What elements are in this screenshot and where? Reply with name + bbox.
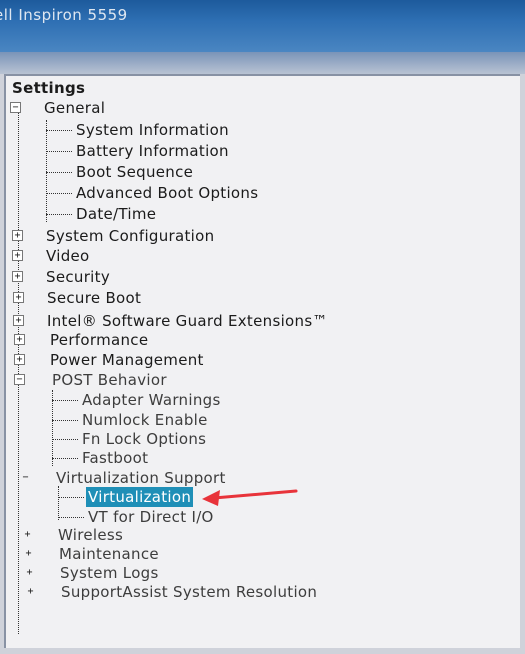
expand-icon[interactable]: + <box>12 250 23 261</box>
expand-icon[interactable]: + <box>14 354 25 365</box>
tree-leaf-label[interactable]: Adapter Warnings <box>82 390 221 410</box>
red-arrow-annotation-icon <box>202 489 298 506</box>
tree-leaf-label[interactable]: Boot Sequence <box>76 162 193 182</box>
tree-leaf-label[interactable]: Date/Time <box>76 204 156 224</box>
collapse-icon[interactable]: − <box>14 374 25 385</box>
tree-leaf-label[interactable]: Battery Information <box>76 141 229 161</box>
tree-node-label[interactable]: System Logs <box>60 563 159 583</box>
tree-guide-line <box>18 110 19 634</box>
tree-leaf-label[interactable]: Numlock Enable <box>82 410 208 430</box>
tree-node-general-label[interactable]: General <box>44 98 105 118</box>
tree-leaf-label[interactable]: Fastboot <box>82 448 148 468</box>
tree-guide-line <box>52 390 53 466</box>
expand-icon[interactable]: + <box>23 548 34 559</box>
tree-node-label[interactable]: Performance <box>50 330 148 350</box>
tree-leaf-label[interactable]: Fn Lock Options <box>82 429 206 449</box>
tree-node-label[interactable]: Intel® Software Guard Extensions™ <box>47 311 328 331</box>
expand-icon[interactable]: + <box>22 529 33 540</box>
expand-icon[interactable]: + <box>13 315 24 326</box>
collapse-icon[interactable]: − <box>20 472 31 483</box>
tree-guide-line <box>58 486 59 520</box>
window-frame-band <box>0 52 525 74</box>
settings-tree-panel: Settings − General System Information Ba… <box>4 74 520 648</box>
tree-root-label: Settings <box>12 79 86 97</box>
expand-icon[interactable]: + <box>14 334 25 345</box>
expand-icon[interactable]: + <box>13 292 24 303</box>
tree-node-label[interactable]: Power Management <box>50 350 204 370</box>
tree-leaf-label[interactable]: VT for Direct I/O <box>88 507 214 527</box>
tree-node-label[interactable]: Wireless <box>58 525 123 545</box>
collapse-icon[interactable]: − <box>10 102 21 113</box>
expand-icon[interactable]: + <box>12 230 23 241</box>
tree-node-label[interactable]: Secure Boot <box>47 288 141 308</box>
expand-icon[interactable]: + <box>24 567 35 578</box>
tree-guide-line <box>46 120 47 222</box>
window-titlebar: ell Inspiron 5559 <box>0 0 525 52</box>
tree-node-post-behavior-label[interactable]: POST Behavior <box>52 370 167 390</box>
tree-node-label[interactable]: Video <box>46 246 90 266</box>
tree-node-label[interactable]: Maintenance <box>59 544 159 564</box>
tree-node-label[interactable]: System Configuration <box>46 226 214 246</box>
tree-leaf-label[interactable]: Advanced Boot Options <box>76 183 258 203</box>
window-title: ell Inspiron 5559 <box>0 6 128 24</box>
tree-leaf-label[interactable]: System Information <box>76 120 229 140</box>
tree-node-label[interactable]: Security <box>46 267 110 287</box>
expand-icon[interactable]: + <box>25 586 36 597</box>
virtualization-selected-label[interactable]: Virtualization <box>86 487 194 507</box>
tree-node-label[interactable]: SupportAssist System Resolution <box>61 582 317 602</box>
expand-icon[interactable]: + <box>12 271 23 282</box>
